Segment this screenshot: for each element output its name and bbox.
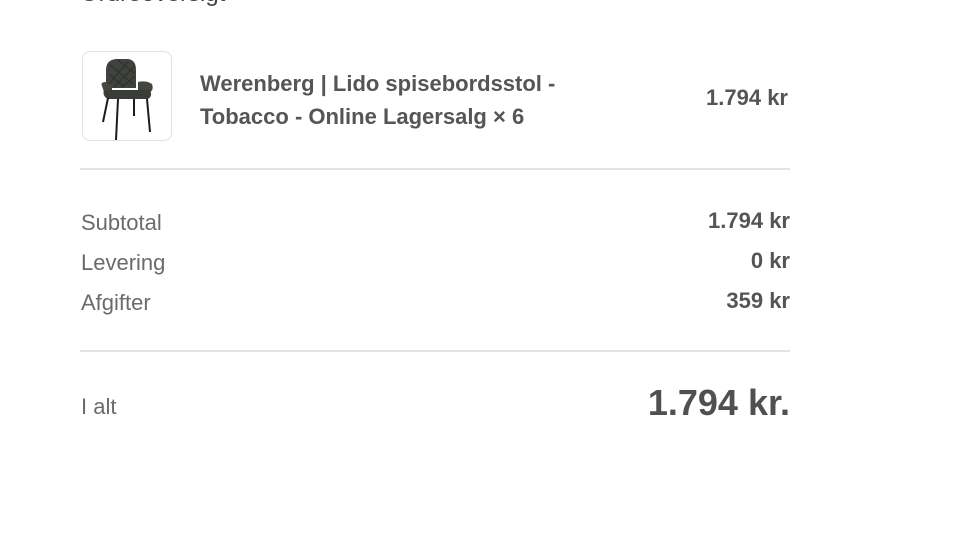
order-summary-page: Ordreoversigt Werenberg | Lido spisebord…: [0, 0, 960, 533]
subtotal-value: 1.794 kr: [708, 208, 790, 233]
subtotal-row: Subtotal 1.794 kr: [80, 208, 790, 240]
taxes-row: Afgifter 359 kr: [80, 288, 790, 320]
page-title: Ordreoversigt: [80, 0, 225, 8]
total-label: I alt: [81, 394, 117, 419]
chair-icon: [101, 59, 153, 140]
shipping-label: Levering: [81, 250, 166, 275]
taxes-value: 359 kr: [726, 288, 790, 313]
total-value: 1.794 kr.: [647, 382, 790, 423]
divider: [80, 350, 790, 352]
taxes-label: Afgifter: [81, 290, 151, 315]
product-name: Werenberg | Lido spisebordsstol - Tobacc…: [200, 71, 556, 129]
line-item: Werenberg | Lido spisebordsstol - Tobacc…: [82, 51, 790, 143]
product-thumbnail: [82, 51, 172, 141]
total-row: I alt 1.794 kr.: [80, 380, 790, 430]
subtotal-label: Subtotal: [81, 210, 162, 235]
shipping-row: Levering 0 kr: [80, 248, 790, 280]
divider: [80, 168, 790, 170]
product-price: 1.794 kr: [706, 85, 788, 110]
shipping-value: 0 kr: [750, 248, 790, 273]
